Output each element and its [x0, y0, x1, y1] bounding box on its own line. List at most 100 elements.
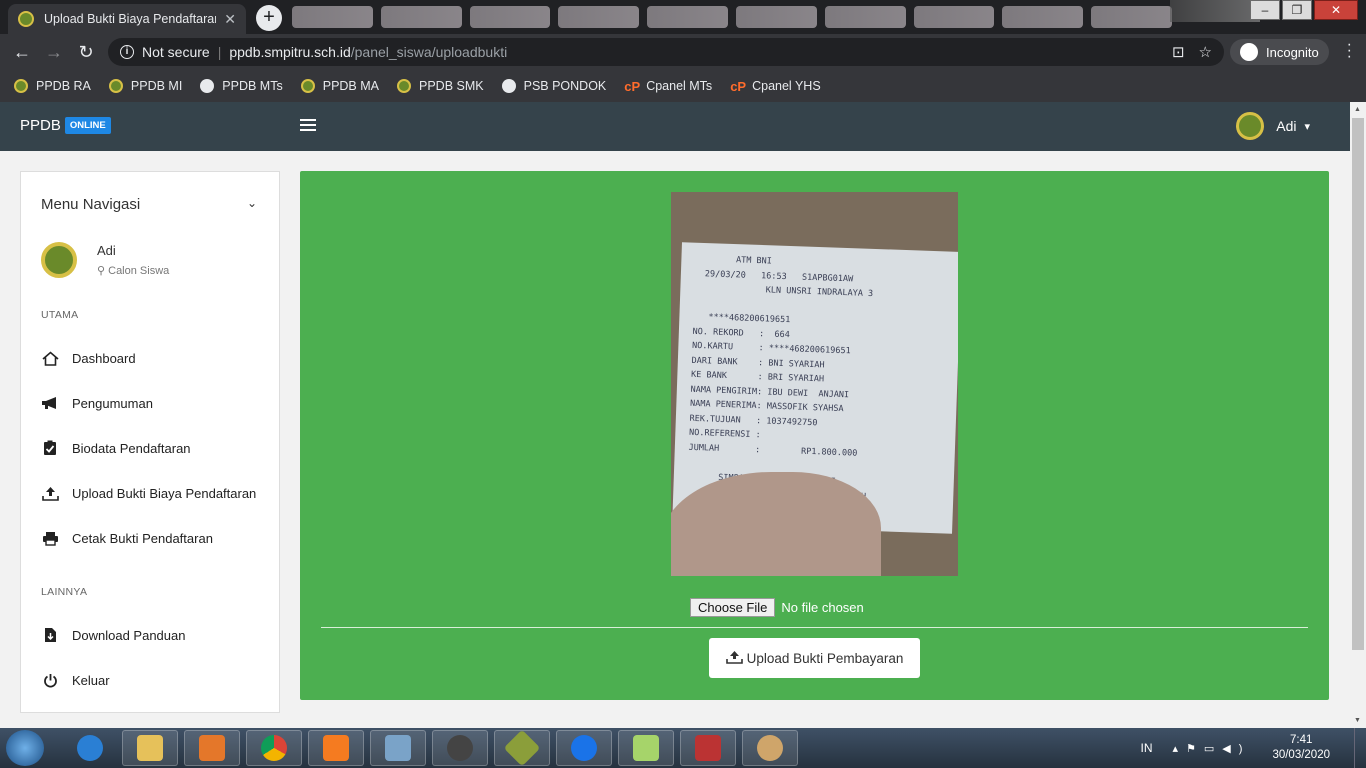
- globe-icon: [501, 79, 516, 93]
- school-logo-icon: [14, 79, 28, 93]
- background-tab[interactable]: [735, 6, 817, 28]
- app-window-icon[interactable]: [680, 730, 736, 766]
- brand[interactable]: PPDB ONLINE: [20, 117, 111, 134]
- menu-toggle-icon[interactable]: [300, 119, 316, 134]
- school-logo-icon: [108, 79, 123, 93]
- sidebar-item-label: Pengumuman: [72, 395, 153, 411]
- background-tab[interactable]: [1002, 6, 1084, 28]
- xampp-icon[interactable]: [308, 730, 364, 766]
- bookmarks-bar: PPDB RA PPDB MI PPDB MTs PPDB MA PPDB SM…: [0, 70, 1366, 102]
- reload-icon[interactable]: ↻: [70, 42, 102, 63]
- avatar: [41, 242, 77, 278]
- bookmark-ppdb-mi[interactable]: PPDB MI: [108, 79, 182, 93]
- sidebar-item-biodata[interactable]: Biodata Pendaftaran: [41, 440, 191, 456]
- background-tab[interactable]: [824, 6, 906, 28]
- sidebar-item-upload-bukti[interactable]: Upload Bukti Biaya Pendaftaran: [41, 485, 256, 501]
- control-panel-icon[interactable]: [370, 730, 426, 766]
- receipt-photo: ATM BNI 29/03/20 16:53 S1APBG01AW KLN UN…: [671, 192, 958, 576]
- section-label-main: UTAMA: [41, 309, 79, 321]
- brand-badge: ONLINE: [64, 117, 111, 134]
- sidebar-item-dashboard[interactable]: Dashboard: [41, 350, 136, 366]
- download-file-icon: [41, 627, 59, 643]
- background-tab[interactable]: [380, 6, 462, 28]
- paint-icon[interactable]: [742, 730, 798, 766]
- receipt-text: ATM BNI 29/03/20 16:53 S1APBG01AW KLN UN…: [688, 255, 874, 502]
- bookmark-star-icon[interactable]: ☆: [1199, 43, 1212, 61]
- bookmark-ppdb-ma[interactable]: PPDB MA: [300, 79, 379, 93]
- sidebar-heading[interactable]: Menu Navigasi: [41, 196, 140, 213]
- sidebar-item-label: Biodata Pendaftaran: [72, 440, 191, 456]
- incognito-label: Incognito: [1266, 44, 1319, 60]
- upload-bukti-button[interactable]: Upload Bukti Pembayaran: [709, 638, 920, 678]
- bookmark-label: PSB PONDOK: [523, 79, 607, 93]
- sidebar-item-label: Dashboard: [72, 350, 136, 366]
- file-input[interactable]: Choose File No file chosen: [690, 598, 864, 617]
- home-icon: [41, 350, 59, 366]
- git-icon[interactable]: [494, 729, 550, 767]
- background-tab[interactable]: [558, 6, 640, 28]
- maximize-button[interactable]: ❐: [1282, 0, 1312, 20]
- minimize-button[interactable]: –: [1250, 0, 1280, 20]
- notepad-plus-icon[interactable]: [618, 730, 674, 766]
- show-desktop-button[interactable]: [1354, 728, 1366, 768]
- chrome-icon[interactable]: [246, 730, 302, 766]
- start-button[interactable]: [6, 730, 44, 766]
- page-scrollbar[interactable]: ▲ ▼: [1350, 102, 1366, 728]
- clock-time: 7:41: [1290, 734, 1313, 746]
- bookmark-ppdb-mts[interactable]: PPDB MTs: [200, 79, 283, 93]
- avatar: [1236, 112, 1265, 140]
- close-window-button[interactable]: ✕: [1314, 0, 1358, 20]
- sidebar-item-label: Upload Bukti Biaya Pendaftaran: [72, 485, 257, 501]
- file-explorer-icon[interactable]: [122, 730, 178, 766]
- browser-toolbar: ← → ↻ i Not secure | ppdb.smpitru.sch.id…: [0, 34, 1366, 70]
- forward-icon[interactable]: →: [38, 42, 70, 63]
- clock[interactable]: 7:41 30/03/2020: [1272, 733, 1330, 763]
- background-tab[interactable]: [647, 6, 728, 28]
- sidebar-item-label: Cetak Bukti Pendaftaran: [72, 530, 213, 546]
- tray-icons[interactable]: ▴⚑▭◀): [1173, 742, 1251, 755]
- info-icon[interactable]: i: [120, 45, 134, 59]
- browser-menu-icon[interactable]: · · ·: [1347, 37, 1352, 65]
- back-icon[interactable]: ←: [6, 42, 38, 63]
- role-label: Calon Siswa: [108, 265, 170, 277]
- background-tab[interactable]: [469, 6, 551, 28]
- background-tabs: [292, 6, 1172, 28]
- bookmark-cpanel-yhs[interactable]: cP Cpanel YHS: [730, 79, 820, 94]
- cpanel-icon: cP: [624, 79, 641, 94]
- bookmark-ppdb-smk[interactable]: PPDB SMK: [397, 79, 484, 93]
- sidebar-item-cetak-bukti[interactable]: Cetak Bukti Pendaftaran: [41, 530, 213, 546]
- school-logo-icon: [300, 79, 315, 93]
- sidebar-item-keluar[interactable]: Keluar: [41, 672, 110, 688]
- internet-explorer-icon[interactable]: [62, 730, 118, 766]
- bookmark-cpanel-mts[interactable]: cP Cpanel MTs: [624, 79, 712, 94]
- choose-file-button[interactable]: Choose File: [690, 598, 776, 617]
- teamviewer-icon[interactable]: [556, 730, 612, 766]
- sidebar-item-pengumuman[interactable]: Pengumuman: [41, 395, 153, 411]
- speaker-app-icon[interactable]: [432, 730, 488, 766]
- language-indicator[interactable]: IN: [1141, 741, 1153, 755]
- bookmark-psb-pondok[interactable]: PSB PONDOK: [501, 79, 607, 93]
- scrollbar-thumb[interactable]: [1352, 118, 1364, 650]
- user-menu[interactable]: Adi ▾: [1236, 112, 1310, 140]
- browser-tabstrip: Upload Bukti Biaya Pendaftaran ✕ + – ❐ ✕: [0, 0, 1366, 34]
- new-tab-button[interactable]: +: [256, 5, 282, 31]
- close-tab-icon[interactable]: ✕: [224, 11, 236, 28]
- window-controls: – ❐ ✕: [1248, 0, 1358, 20]
- translate-icon[interactable]: ⊡: [1172, 43, 1185, 61]
- address-bar[interactable]: i Not secure | ppdb.smpitru.sch.id /pane…: [108, 38, 1224, 66]
- taskbar: IN ▴⚑▭◀) 7:41 30/03/2020: [0, 728, 1366, 768]
- media-player-icon[interactable]: [184, 730, 240, 766]
- chevron-down-icon[interactable]: ⌄: [247, 196, 257, 210]
- bookmark-ppdb-ra[interactable]: PPDB RA: [14, 79, 91, 93]
- background-tab[interactable]: [913, 6, 995, 28]
- active-tab[interactable]: Upload Bukti Biaya Pendaftaran ✕: [8, 4, 246, 34]
- scroll-down-icon[interactable]: ▼: [1354, 717, 1361, 724]
- sidebar-user-role: ⚲ Calon Siswa: [97, 264, 169, 277]
- incognito-indicator[interactable]: Incognito: [1230, 39, 1329, 65]
- scroll-up-icon[interactable]: ▲: [1354, 106, 1361, 113]
- background-tab[interactable]: [1091, 6, 1172, 28]
- upload-icon: [41, 485, 59, 501]
- background-tab[interactable]: [292, 6, 373, 28]
- upload-button-label: Upload Bukti Pembayaran: [746, 650, 904, 666]
- sidebar-item-download-panduan[interactable]: Download Panduan: [41, 627, 185, 643]
